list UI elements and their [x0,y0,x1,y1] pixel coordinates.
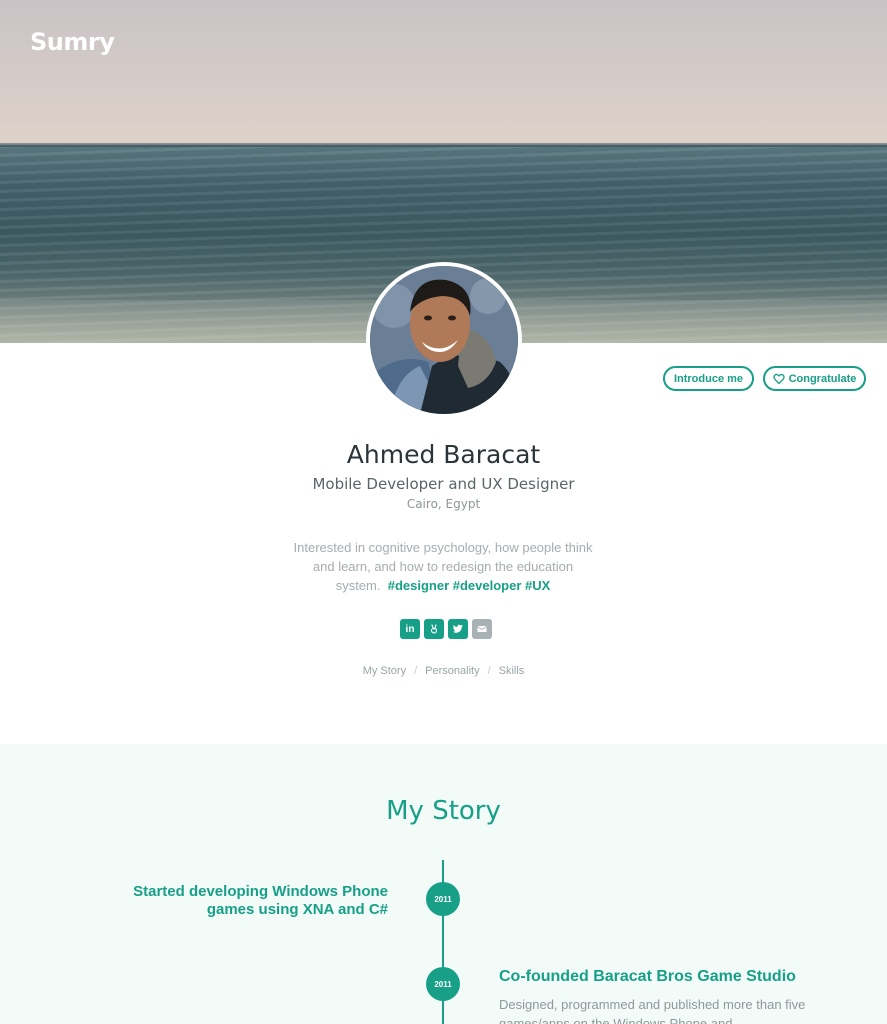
introduce-me-button[interactable]: Introduce me [663,366,754,391]
my-story-section: My Story Started developing Windows Phon… [0,744,887,1024]
social-links: in [400,619,492,639]
linkedin-icon[interactable]: in [400,619,420,639]
bio-tags[interactable]: #designer #developer #UX [388,578,551,593]
timeline-event-description: Designed, programmed and published more … [499,997,806,1024]
timeline-event-title: Co-founded Baracat Bros Game Studio [499,968,796,985]
congratulate-label: Congratulate [788,372,857,385]
timeline-year-badge: 2011 [426,882,460,916]
congratulate-button[interactable]: Congratulate [763,366,866,391]
section-nav: My Story / Personality / Skills [0,665,887,677]
nav-personality[interactable]: Personality [425,665,479,677]
twitter-icon[interactable] [448,619,468,639]
angellist-icon[interactable] [424,619,444,639]
cover-horizon [0,143,887,147]
profile-bio: Interested in cognitive psychology, how … [293,538,593,595]
email-icon[interactable] [472,619,492,639]
heart-icon [772,373,785,384]
nav-separator: / [414,665,418,677]
section-heading: My Story [386,796,501,826]
profile-location: Cairo, Egypt [406,497,481,511]
nav-skills[interactable]: Skills [499,665,525,677]
nav-my-story[interactable]: My Story [363,665,406,677]
avatar [366,262,522,418]
logo[interactable]: Sumry [30,28,115,56]
timeline-year-badge: 2011 [426,967,460,1001]
profile-name: Ahmed Baracat [346,440,541,469]
nav-separator: / [487,665,491,677]
profile-title: Mobile Developer and UX Designer [312,475,575,493]
timeline-event-title: Started developing Windows Phone games u… [133,883,388,918]
